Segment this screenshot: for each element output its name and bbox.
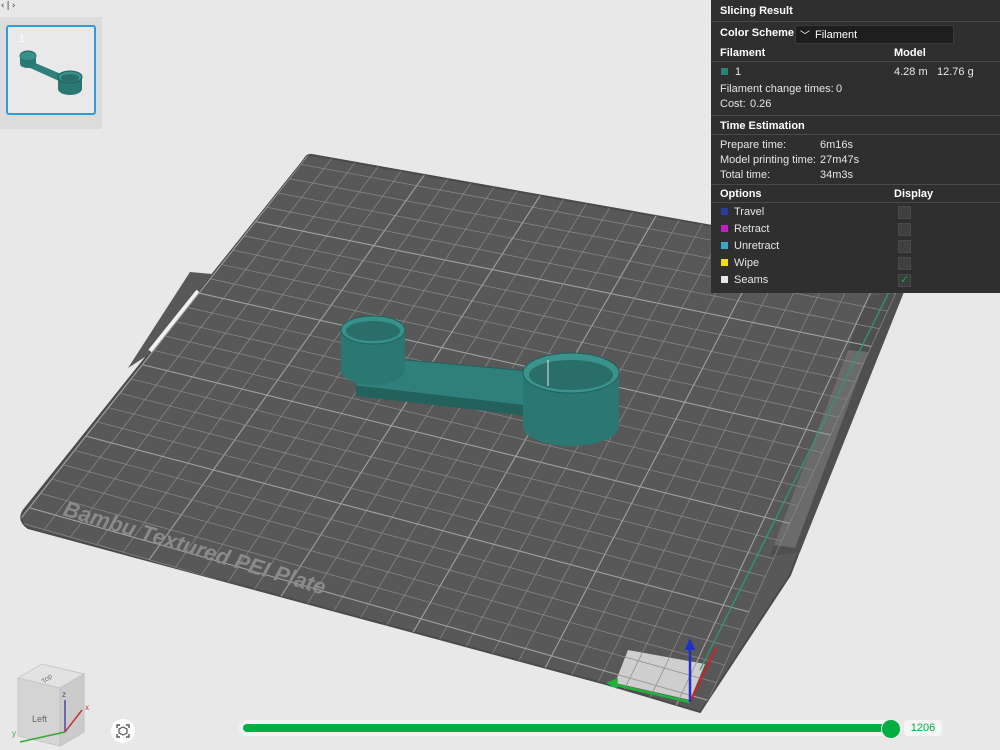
time-estimation-title: Time Estimation — [720, 120, 805, 132]
color-scheme-label: Color Scheme — [720, 27, 794, 39]
model-printing-time-label: Model printing time: — [720, 154, 816, 166]
divider — [711, 134, 1000, 135]
travel-color-swatch — [721, 208, 728, 215]
plate-thumbnail[interactable]: 1 — [6, 25, 96, 115]
plate-thumbnail-panel: 1 — [0, 17, 102, 129]
wipe-color-swatch — [721, 259, 728, 266]
fit-view-button[interactable] — [111, 719, 135, 743]
retract-color-swatch — [721, 225, 728, 232]
option-retract-checkbox[interactable] — [898, 223, 911, 236]
checkmark-icon: ✓ — [900, 274, 910, 286]
model-large-cup-inner — [529, 360, 613, 390]
filament-length: 4.28 m — [894, 66, 928, 78]
option-wipe-label: Wipe — [734, 257, 760, 269]
cube-left-face[interactable] — [17, 677, 61, 747]
color-scheme-value: Filament — [815, 29, 858, 41]
option-seams-checkbox[interactable]: ✓ — [898, 274, 911, 287]
display-header: Display — [894, 188, 934, 200]
prepare-time-value: 6m16s — [820, 139, 854, 151]
model-printing-time-value: 27m47s — [820, 154, 860, 166]
divider — [711, 21, 1000, 22]
cube-left-label: Left — [32, 714, 48, 724]
plate-thumbnail-index: 1 — [19, 34, 25, 45]
model-header: Model — [894, 47, 926, 59]
filament-weight: 12.76 g — [937, 66, 974, 78]
model-small-cup-inner — [346, 321, 400, 341]
filament-header: Filament — [720, 47, 766, 59]
cost-value: 0.26 — [750, 98, 772, 110]
slicing-result-title: Slicing Result — [720, 5, 793, 17]
layer-value-field[interactable]: 1206 — [904, 720, 942, 736]
option-travel-label: Travel — [734, 206, 765, 218]
filament-change-label: Filament change times: — [720, 83, 834, 95]
divider — [711, 202, 1000, 203]
collapse-toggle[interactable]: ‹|› — [0, 0, 16, 12]
filament-index: 1 — [735, 66, 742, 78]
unretract-color-swatch — [721, 242, 728, 249]
navigation-cube[interactable]: Top Left z x y — [12, 660, 102, 750]
cube-axis-y-label: y — [12, 729, 16, 738]
option-seams-label: Seams — [734, 274, 769, 286]
option-wipe-checkbox[interactable] — [898, 257, 911, 270]
cube-axis-x-label: x — [85, 703, 89, 712]
cost-label: Cost: — [720, 98, 746, 110]
option-retract-label: Retract — [734, 223, 770, 235]
option-unretract-checkbox[interactable] — [898, 240, 911, 253]
option-travel-checkbox[interactable] — [898, 206, 911, 219]
divider — [711, 61, 1000, 62]
options-header: Options — [720, 188, 762, 200]
layer-slider[interactable] — [239, 719, 902, 739]
seams-color-swatch — [721, 276, 728, 283]
divider — [711, 115, 1000, 116]
color-scheme-select[interactable]: ﹀ Filament — [795, 25, 954, 44]
prepare-time-label: Prepare time: — [720, 139, 787, 151]
chevron-down-icon: ﹀ — [800, 31, 810, 42]
filament-change-value: 0 — [836, 83, 843, 95]
layer-slider-track — [243, 724, 898, 732]
fit-view-icon — [116, 724, 130, 738]
cube-axis-z-label: z — [62, 690, 66, 699]
layer-slider-handle[interactable] — [881, 719, 901, 739]
option-unretract-label: Unretract — [734, 240, 780, 252]
total-time-label: Total time: — [720, 169, 771, 181]
total-time-value: 34m3s — [820, 169, 854, 181]
slicing-result-panel: Slicing Result Color Scheme ﹀ Filament F… — [711, 0, 1000, 293]
divider — [711, 184, 1000, 185]
filament-color-swatch — [721, 68, 728, 75]
